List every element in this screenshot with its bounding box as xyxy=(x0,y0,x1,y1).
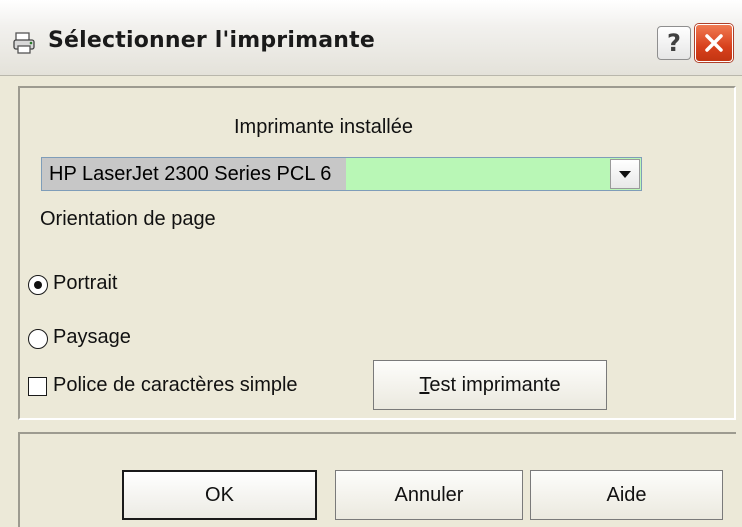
portrait-radio[interactable] xyxy=(28,275,48,295)
ok-button[interactable]: OK xyxy=(122,470,317,520)
cancel-button[interactable]: Annuler xyxy=(335,470,523,520)
settings-panel: Imprimante installée HP LaserJet 2300 Se… xyxy=(18,86,736,420)
test-printer-button[interactable]: Test imprimante xyxy=(373,360,607,410)
orientation-label: Orientation de page xyxy=(40,208,216,230)
title-help-button[interactable]: ? xyxy=(657,26,691,60)
simple-font-label[interactable]: Police de caractères simple xyxy=(53,374,298,397)
help-button[interactable]: Aide xyxy=(530,470,723,520)
test-printer-mnemonic: T xyxy=(419,374,430,396)
chevron-down-icon xyxy=(619,171,631,178)
action-bar: OK Annuler Aide xyxy=(18,432,736,527)
portrait-label[interactable]: Portrait xyxy=(53,272,117,295)
printer-select[interactable]: HP LaserJet 2300 Series PCL 6 xyxy=(41,157,642,191)
title-bar[interactable]: Sélectionner l'imprimante ? xyxy=(0,0,742,76)
test-printer-label: est imprimante xyxy=(429,374,561,396)
radio-selected-dot xyxy=(33,280,42,289)
close-icon xyxy=(705,34,723,52)
simple-font-checkbox[interactable] xyxy=(28,377,47,396)
window-title: Sélectionner l'imprimante xyxy=(48,28,375,53)
close-button[interactable] xyxy=(695,24,733,62)
print-dialog: Sélectionner l'imprimante ? Imprimante i… xyxy=(0,0,742,527)
landscape-radio[interactable] xyxy=(28,329,48,349)
landscape-label[interactable]: Paysage xyxy=(53,326,131,349)
printer-select-value: HP LaserJet 2300 Series PCL 6 xyxy=(42,158,346,190)
printer-app-icon xyxy=(13,32,35,54)
installed-printer-label: Imprimante installée xyxy=(234,116,413,138)
printer-select-arrow[interactable] xyxy=(610,159,640,189)
